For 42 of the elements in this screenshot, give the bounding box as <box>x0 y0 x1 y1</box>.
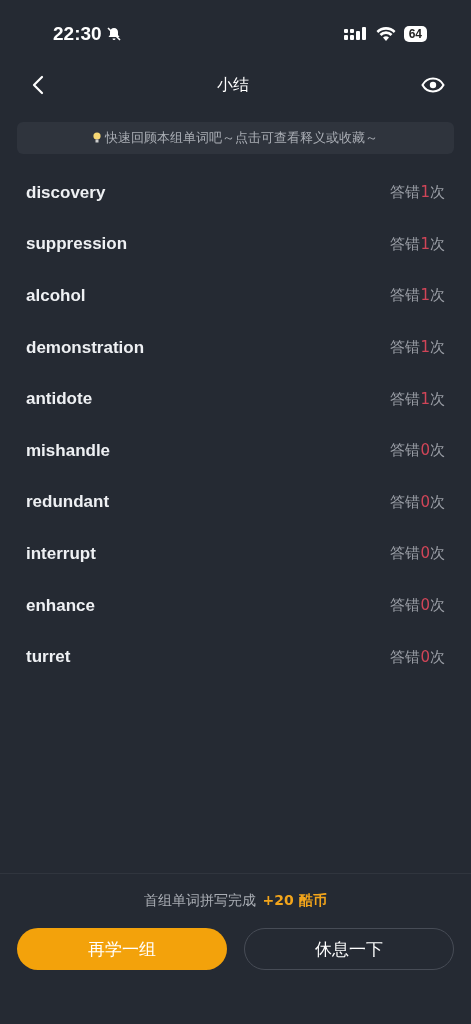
eye-icon[interactable] <box>421 77 445 93</box>
word-text: discovery <box>26 182 106 203</box>
word-text: interrupt <box>26 543 96 564</box>
word-row[interactable]: suppression 答错1次 <box>26 218 445 271</box>
page-title: 小结 <box>216 74 249 96</box>
signal-icon <box>343 27 368 41</box>
word-row[interactable]: redundant 答错0次 <box>26 476 445 529</box>
coin-reward: +20 酷币 <box>262 892 327 910</box>
word-text: redundant <box>26 492 110 513</box>
battery-level: 64 <box>403 26 427 42</box>
word-row[interactable]: turret 答错0次 <box>26 631 445 683</box>
word-row[interactable]: alcohol 答错1次 <box>26 270 445 322</box>
word-row[interactable]: interrupt 答错0次 <box>26 528 445 580</box>
word-row[interactable]: enhance 答错0次 <box>26 579 445 632</box>
mistake-count: 答错1次 <box>390 389 445 409</box>
wifi-icon <box>375 26 396 42</box>
word-text: enhance <box>26 595 95 616</box>
mistake-count: 答错0次 <box>390 441 445 461</box>
word-row[interactable]: mishandle 答错0次 <box>26 424 445 477</box>
status-time: 22:30 <box>53 23 102 45</box>
mistake-count: 答错0次 <box>390 596 445 616</box>
mistake-count: 答错1次 <box>390 286 445 306</box>
word-row[interactable]: demonstration 答错1次 <box>26 321 445 374</box>
mistake-count: 答错1次 <box>390 338 445 358</box>
word-row[interactable]: discovery 答错1次 <box>26 167 445 219</box>
back-icon[interactable] <box>32 75 44 95</box>
mistake-count: 答错0次 <box>390 544 445 564</box>
tip-text: 快速回顾本组单词吧～点击可查看释义或收藏～ <box>105 129 378 147</box>
mistake-count: 答错0次 <box>390 647 445 667</box>
word-text: alcohol <box>26 286 86 306</box>
bell-muted-icon <box>105 26 122 42</box>
mistake-count: 答错0次 <box>390 492 445 512</box>
word-text: turret <box>26 647 71 668</box>
word-text: demonstration <box>26 337 145 358</box>
word-text: suppression <box>26 234 128 255</box>
word-text: mishandle <box>26 440 111 461</box>
mistake-count: 答错1次 <box>390 183 445 203</box>
word-text: antidote <box>26 389 93 410</box>
word-row[interactable]: antidote 答错1次 <box>26 373 445 425</box>
mistake-count: 答错1次 <box>390 234 445 254</box>
completion-message: 首组单词拼写完成 <box>144 892 257 910</box>
lightbulb-icon <box>93 132 101 144</box>
